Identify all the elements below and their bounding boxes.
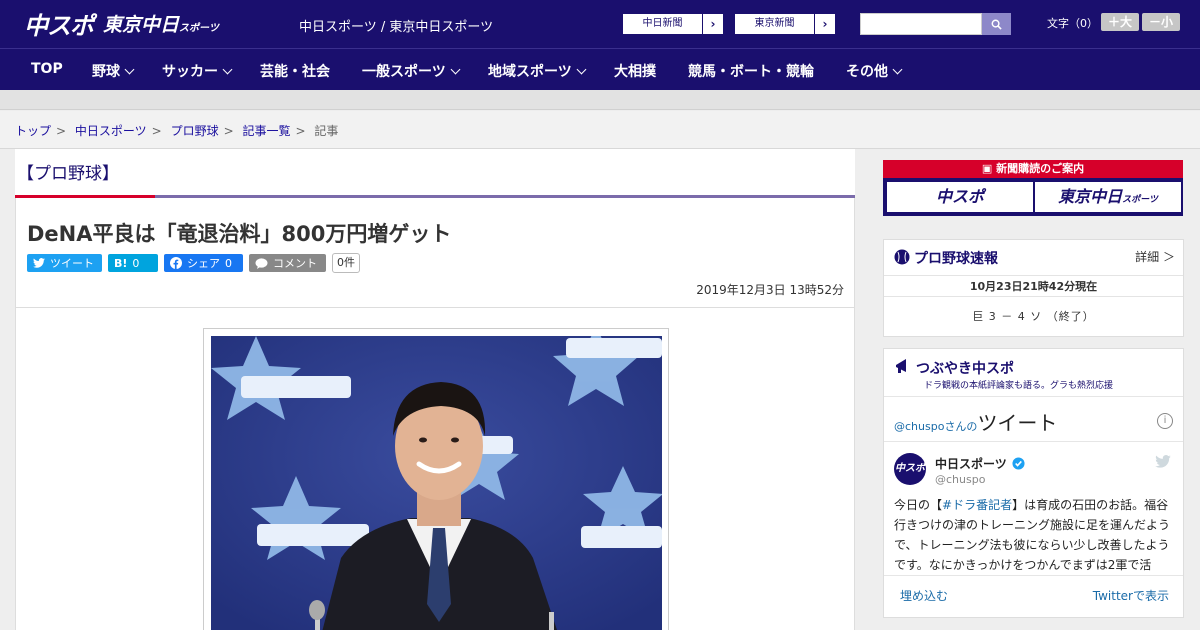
font-smaller-button[interactable]: －小: [1142, 13, 1180, 31]
tweet-widget-subtitle: ドラ観戦の本紙評論家も語る。グラも熱烈応援: [924, 381, 1114, 391]
nav-baseball[interactable]: 野球: [92, 61, 135, 81]
tweet-widget: つぶやき中スポ ドラ観戦の本紙評論家も語る。グラも熱烈応援 @chuspoさんの…: [883, 348, 1184, 618]
article-main: 【プロ野球】 DeNA平良は「竜退治料」800万円増ゲット ツイート B! 0 …: [15, 149, 855, 630]
nav-soccer[interactable]: サッカー: [162, 61, 233, 81]
megaphone-icon: [896, 359, 906, 373]
main-nav: TOP 野球 サッカー 芸能・社会 一般スポーツ 地域スポーツ 大相撲 競馬・ボ…: [0, 48, 1200, 90]
breadcrumb-pro-baseball[interactable]: プロ野球: [171, 124, 219, 138]
score-timestamp: 10月23日21時42分現在: [884, 275, 1183, 297]
nav-general-sports[interactable]: 一般スポーツ: [362, 61, 461, 81]
category-title: 【プロ野球】: [17, 164, 119, 184]
subscribe-tokyo-chunichi-button[interactable]: 東京中日スポーツ: [1035, 182, 1181, 212]
chevron-down-icon: [124, 64, 135, 75]
breadcrumb: トップ > 中日スポーツ > プロ野球 > 記事一覧 > 記事: [15, 124, 339, 138]
facebook-share-button[interactable]: シェア 0: [164, 254, 243, 272]
article-photo[interactable]: [211, 336, 662, 630]
baseball-score-box: プロ野球速報 詳細 ＞ 10月23日21時42分現在 巨 3 － 4 ソ （終了…: [883, 239, 1184, 337]
search-button[interactable]: [982, 13, 1011, 35]
font-size-label: 文字（0）: [1047, 17, 1098, 30]
score-title: プロ野球速報: [914, 251, 998, 267]
tweet-timeline-header: @chuspoさんのツイート: [894, 411, 1058, 435]
subscription-title: ▣ 新聞購読のご案内: [883, 160, 1183, 178]
logo-tokyo-chunichi: 東京中日スポーツ: [103, 13, 219, 36]
nav-other[interactable]: その他: [846, 61, 903, 81]
tokyo-shimbun-link[interactable]: 東京新聞 ›: [734, 13, 836, 35]
score-detail-link[interactable]: 詳細 ＞: [1135, 248, 1175, 265]
tweet-widget-title: つぶやき中スポ: [916, 361, 1014, 377]
article-body: [15, 308, 855, 630]
nav-top[interactable]: TOP: [31, 61, 63, 77]
verified-badge-icon: [1012, 457, 1025, 470]
site-header: 中スポ 東京中日スポーツ 中日スポーツ / 東京中日スポーツ 中日新聞 › 東京…: [0, 0, 1200, 48]
newspaper-icon: ▣: [981, 162, 997, 175]
twitter-bird-icon[interactable]: [1155, 455, 1171, 468]
nav-local-sports[interactable]: 地域スポーツ: [488, 61, 587, 81]
article-header: DeNA平良は「竜退治料」800万円増ゲット ツイート B! 0 シェア 0 コ…: [15, 198, 855, 308]
account-name[interactable]: 中日スポーツ: [935, 455, 1025, 472]
info-icon[interactable]: i: [1157, 413, 1173, 429]
baseball-icon: [894, 249, 910, 265]
score-result[interactable]: 巨 3 － 4 ソ （終了）: [884, 308, 1183, 324]
chevron-right-icon: ›: [822, 17, 828, 31]
chevron-down-icon: [222, 64, 233, 75]
breadcrumb-bar: トップ > 中日スポーツ > プロ野球 > 記事一覧 > 記事: [0, 111, 1200, 149]
breadcrumb-article-list[interactable]: 記事一覧: [242, 124, 290, 138]
site-title[interactable]: 中日スポーツ / 東京中日スポーツ: [299, 16, 493, 35]
chevron-right-icon: ›: [710, 17, 716, 31]
article-photo-frame: [203, 328, 669, 630]
breadcrumb-current: 記事: [314, 124, 339, 138]
hatena-icon: B!: [114, 256, 128, 270]
search-icon: [991, 19, 1002, 30]
nav-entertainment[interactable]: 芸能・社会: [260, 61, 330, 81]
site-logo[interactable]: 中スポ 東京中日スポーツ: [24, 8, 219, 40]
chunichi-shimbun-link[interactable]: 中日新聞 ›: [622, 13, 724, 35]
chevron-down-icon: [450, 64, 461, 75]
nav-sumo[interactable]: 大相撲: [614, 61, 656, 81]
comment-count: 0件: [332, 253, 360, 273]
hashtag-link[interactable]: #ドラ番記者: [942, 498, 1012, 512]
avatar[interactable]: 中スポ: [894, 453, 926, 485]
breadcrumb-chunichi-sports[interactable]: 中日スポーツ: [75, 124, 147, 138]
hatena-bookmark-button[interactable]: B! 0: [108, 254, 158, 272]
facebook-icon: [170, 257, 182, 269]
twitter-bird-icon: [33, 258, 45, 268]
publish-date: 2019年12月3日 13時52分: [696, 283, 844, 297]
account-handle[interactable]: @chuspo: [935, 473, 985, 486]
font-larger-button[interactable]: ＋大: [1101, 13, 1139, 31]
subscription-banner[interactable]: ▣ 新聞購読のご案内 中スポ 東京中日スポーツ: [883, 160, 1183, 216]
view-on-twitter-link[interactable]: Twitterで表示: [1093, 587, 1169, 604]
speech-bubble-icon: [255, 257, 268, 269]
chevron-down-icon: [892, 64, 903, 75]
article-headline: DeNA平良は「竜退治料」800万円増ゲット: [27, 222, 452, 246]
logo-chuspo: 中スポ: [24, 11, 94, 40]
subscribe-chuspo-button[interactable]: 中スポ: [887, 182, 1033, 212]
press-conference-photo: [211, 336, 662, 630]
chevron-down-icon: [576, 64, 587, 75]
comment-button[interactable]: コメント: [249, 254, 326, 272]
tweet-text: 今日の【#ドラ番記者】は育成の石田のお話。福谷行きつけの津のトレーニング施設に足…: [894, 498, 1171, 571]
search-input[interactable]: [860, 13, 982, 35]
handle-link[interactable]: @chuspo: [894, 420, 944, 433]
ad-strip: [0, 90, 1200, 110]
nav-horse-racing[interactable]: 競馬・ボート・競輪: [688, 61, 814, 81]
breadcrumb-top[interactable]: トップ: [15, 124, 51, 138]
tweet-button[interactable]: ツイート: [27, 254, 102, 272]
embed-link[interactable]: 埋め込む: [900, 587, 948, 604]
